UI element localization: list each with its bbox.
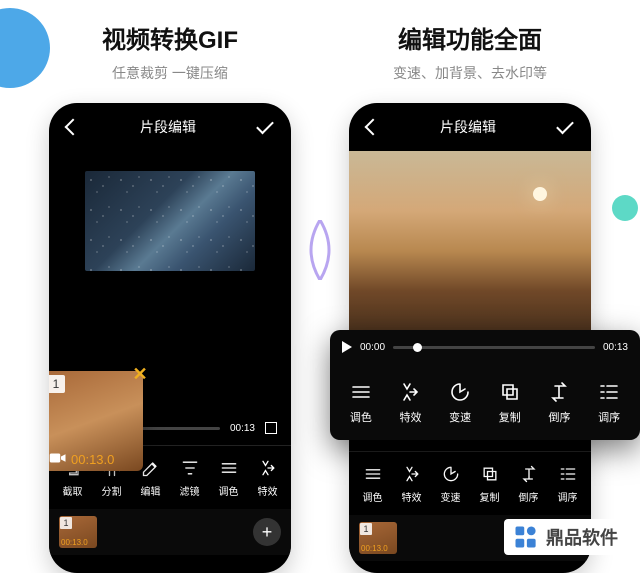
popup-tool-row: 调色 特效 变速 复制 倒序 调序 [330, 364, 640, 440]
clip-duration: 00:13.0 [61, 538, 88, 547]
reverse-icon [546, 379, 572, 405]
reverse-icon [518, 463, 540, 485]
time-total: 00:13 [603, 342, 628, 353]
subheadline: 变速、加背景、去水印等 [393, 63, 547, 83]
tool-label: 截取 [63, 483, 83, 498]
tool-color[interactable]: 调色 [348, 379, 374, 425]
tool-label: 复制 [480, 489, 500, 504]
color-icon [218, 457, 240, 479]
color-icon [362, 463, 384, 485]
timeline: 1 00:13.0 + [49, 509, 291, 555]
video-preview[interactable] [49, 151, 291, 291]
tool-reverse[interactable]: 倒序 [546, 379, 572, 425]
tool-label: 倒序 [548, 409, 570, 425]
fx-icon [257, 457, 279, 479]
brand-badge: 鼎品软件 [504, 519, 626, 555]
time-current: 00:00 [360, 342, 385, 353]
copy-icon [479, 463, 501, 485]
tool-copy[interactable]: 复制 [479, 463, 501, 504]
confirm-icon[interactable] [556, 116, 574, 134]
tool-label: 变速 [441, 489, 461, 504]
fullscreen-icon[interactable] [265, 422, 277, 434]
time-total: 00:13 [230, 423, 255, 434]
floating-clip-thumbnail[interactable]: 1 ✕ 00:13.0 [49, 371, 143, 471]
close-icon[interactable]: ✕ [129, 363, 151, 385]
timeline-clip[interactable]: 1 00:13.0 [59, 516, 97, 548]
camera-icon [49, 451, 67, 465]
phone-mockup-left: 片段编辑 00:04 00:13 截取分割编辑滤镜调色特效 1 00:13.0 [49, 103, 291, 573]
tool-label: 复制 [499, 409, 521, 425]
tool-label: 变速 [449, 409, 471, 425]
fx-icon [401, 463, 423, 485]
reorder-icon [557, 463, 579, 485]
tool-color[interactable]: 调色 [218, 457, 240, 498]
reorder-icon [596, 379, 622, 405]
copy-icon [497, 379, 523, 405]
tool-label: 调序 [598, 409, 620, 425]
tool-fx[interactable]: 特效 [397, 379, 423, 425]
tool-label: 特效 [399, 409, 421, 425]
clip-duration: 00:13.0 [361, 544, 388, 553]
tool-label: 调序 [558, 489, 578, 504]
video-preview[interactable] [349, 151, 591, 351]
tool-label: 特效 [258, 483, 278, 498]
tool-label: 调色 [363, 489, 383, 504]
progress-bar[interactable] [393, 346, 595, 349]
brand-logo-icon [512, 523, 540, 551]
speed-icon [447, 379, 473, 405]
color-icon [348, 379, 374, 405]
clip-index: 1 [360, 523, 372, 535]
back-icon[interactable] [65, 119, 82, 136]
tool-copy[interactable]: 复制 [497, 379, 523, 425]
tool-label: 调色 [219, 483, 239, 498]
tool-reorder[interactable]: 调序 [557, 463, 579, 504]
preview-frame [85, 171, 255, 271]
brand-name: 鼎品软件 [546, 524, 618, 550]
confirm-icon[interactable] [256, 116, 274, 134]
tool-filter[interactable]: 滤镜 [179, 457, 201, 498]
fx-icon [397, 379, 423, 405]
tool-label: 编辑 [141, 483, 161, 498]
subheadline: 任意裁剪 一键压缩 [112, 63, 228, 83]
headline: 视频转换GIF [102, 20, 238, 55]
screen-title: 片段编辑 [440, 117, 496, 137]
tool-row-right: 调色 特效 变速 复制 倒序 调序 [349, 451, 591, 515]
tool-label: 分割 [102, 483, 122, 498]
tool-speed[interactable]: 变速 [440, 463, 462, 504]
clip-index-badge: 1 [49, 375, 65, 393]
filter-icon [179, 457, 201, 479]
tool-label: 滤镜 [180, 483, 200, 498]
tool-label: 特效 [402, 489, 422, 504]
tool-reorder[interactable]: 调序 [596, 379, 622, 425]
tool-reverse[interactable]: 倒序 [518, 463, 540, 504]
clip-index: 1 [60, 517, 72, 529]
tool-color[interactable]: 调色 [362, 463, 384, 504]
speed-icon [440, 463, 462, 485]
feature-left: 视频转换GIF 任意裁剪 一键压缩 片段编辑 00:04 00:13 截取分割编… [30, 20, 310, 573]
timeline-clip[interactable]: 1 00:13.0 [359, 522, 397, 554]
popup-edit-toolbar: 00:00 00:13 调色 特效 变速 复制 倒序 调序 [330, 330, 640, 440]
tool-label: 调色 [350, 409, 372, 425]
tool-fx[interactable]: 特效 [401, 463, 423, 504]
tool-label: 倒序 [519, 489, 539, 504]
screen-title: 片段编辑 [140, 117, 196, 137]
clip-duration: 00:13.0 [71, 452, 114, 467]
tool-speed[interactable]: 变速 [447, 379, 473, 425]
add-clip-button[interactable]: + [253, 518, 281, 546]
back-icon[interactable] [365, 119, 382, 136]
divider-icon [309, 220, 331, 280]
play-icon[interactable] [342, 341, 352, 353]
headline: 编辑功能全面 [398, 20, 542, 55]
tool-fx[interactable]: 特效 [257, 457, 279, 498]
feature-right: 编辑功能全面 变速、加背景、去水印等 片段编辑 调色特效变速复制倒序调序 1 0… [330, 20, 610, 573]
